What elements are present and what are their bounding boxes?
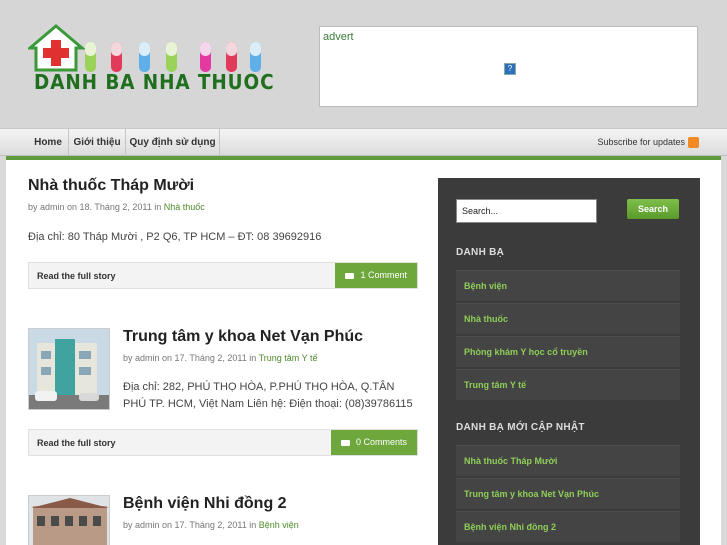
advert-banner[interactable]: advert ?	[319, 26, 698, 107]
post-meta-text: by admin on 18. Tháng 2, 2011 in	[28, 202, 162, 212]
comments-button[interactable]: 1 Comment	[335, 263, 417, 288]
broken-image-icon: ?	[504, 63, 516, 75]
recent-post-link[interactable]: Trung tâm y khoa Net Vạn Phúc	[456, 478, 680, 509]
logo-text: DANH BA NHA THUOC	[34, 70, 275, 94]
pharmacy-logo-icon	[25, 24, 261, 72]
recent-post-link[interactable]: Bệnh viện Nhi đồng 2	[456, 511, 680, 542]
read-more-link[interactable]: Read the full story	[37, 430, 116, 456]
post-category-link[interactable]: Trung tâm Y tế	[259, 353, 318, 363]
post-thumbnail[interactable]	[28, 328, 110, 410]
post-meta-text: by admin on 17. Tháng 2, 2011 in	[123, 353, 257, 363]
post-footer-bar: Read the full story 0 Comments	[28, 429, 418, 456]
comment-icon	[345, 272, 355, 279]
post-category-link[interactable]: Bệnh viện	[259, 520, 299, 530]
post-meta: by admin on 17. Tháng 2, 2011 in Bệnh vi…	[123, 520, 299, 530]
comments-count: 1 Comment	[360, 270, 407, 280]
post-excerpt: Địa chỉ: 80 Tháp Mười , P2 Q6, TP HCM – …	[28, 231, 322, 243]
sidebar-item-trung-tam-y-te[interactable]: Trung tâm Y tế	[456, 369, 680, 400]
widget-title-recent: DANH BẠ MỚI CẬP NHẬT	[456, 422, 585, 433]
post-meta: by admin on 18. Tháng 2, 2011 in Nhà thu…	[28, 202, 205, 212]
search-input[interactable]: Search...	[456, 199, 597, 223]
main-content: Nhà thuốc Tháp Mười by admin on 18. Thán…	[6, 160, 721, 545]
search-button[interactable]: Search	[627, 199, 679, 219]
subscribe-link[interactable]: Subscribe for updates	[597, 129, 685, 156]
post-title[interactable]: Bệnh viện Nhi đồng 2	[123, 495, 287, 513]
nav-item-home[interactable]: Home	[28, 129, 69, 156]
post-meta: by admin on 17. Tháng 2, 2011 in Trung t…	[123, 353, 317, 363]
recent-post-link[interactable]: Nhà thuốc Tháp Mười	[456, 445, 680, 476]
read-more-link[interactable]: Read the full story	[37, 263, 116, 289]
post-footer-bar: Read the full story 1 Comment	[28, 262, 418, 289]
comments-count: 0 Comments	[355, 437, 407, 447]
post-thumbnail[interactable]	[28, 495, 110, 545]
sidebar-item-benh-vien[interactable]: Bệnh viện	[456, 270, 680, 301]
nav-item-gioi-thieu[interactable]: Giới thiệu	[69, 129, 126, 156]
sidebar-item-phong-kham[interactable]: Phòng khám Y học cổ truyền	[456, 336, 680, 367]
post-title[interactable]: Nhà thuốc Tháp Mười	[28, 177, 194, 195]
hospital-photo-icon	[29, 496, 109, 545]
advert-label: advert	[323, 31, 354, 43]
comments-button[interactable]: 0 Comments	[330, 430, 417, 455]
site-header: DANH BA NHA THUOC advert ?	[0, 0, 727, 128]
building-photo-icon	[29, 329, 109, 409]
comment-icon	[340, 439, 350, 446]
post-category-link[interactable]: Nhà thuốc	[164, 202, 205, 212]
post-excerpt: Địa chỉ: 282, PHÚ THỌ HÒA, P.PHÚ THỌ HÒA…	[123, 381, 413, 410]
sidebar: Search... Search DANH BẠ Bệnh viện Nhà t…	[438, 178, 700, 545]
post-meta-text: by admin on 17. Tháng 2, 2011 in	[123, 520, 257, 530]
main-navigation: Home Giới thiệu Quy định sử dụng Subscri…	[0, 128, 727, 156]
post-title[interactable]: Trung tâm y khoa Net Vạn Phúc	[123, 328, 363, 346]
nav-item-quy-dinh[interactable]: Quy định sử dụng	[126, 129, 220, 156]
rss-icon[interactable]	[688, 137, 699, 148]
sidebar-item-nha-thuoc[interactable]: Nhà thuốc	[456, 303, 680, 334]
widget-title-danh-ba: DANH BẠ	[456, 247, 505, 258]
